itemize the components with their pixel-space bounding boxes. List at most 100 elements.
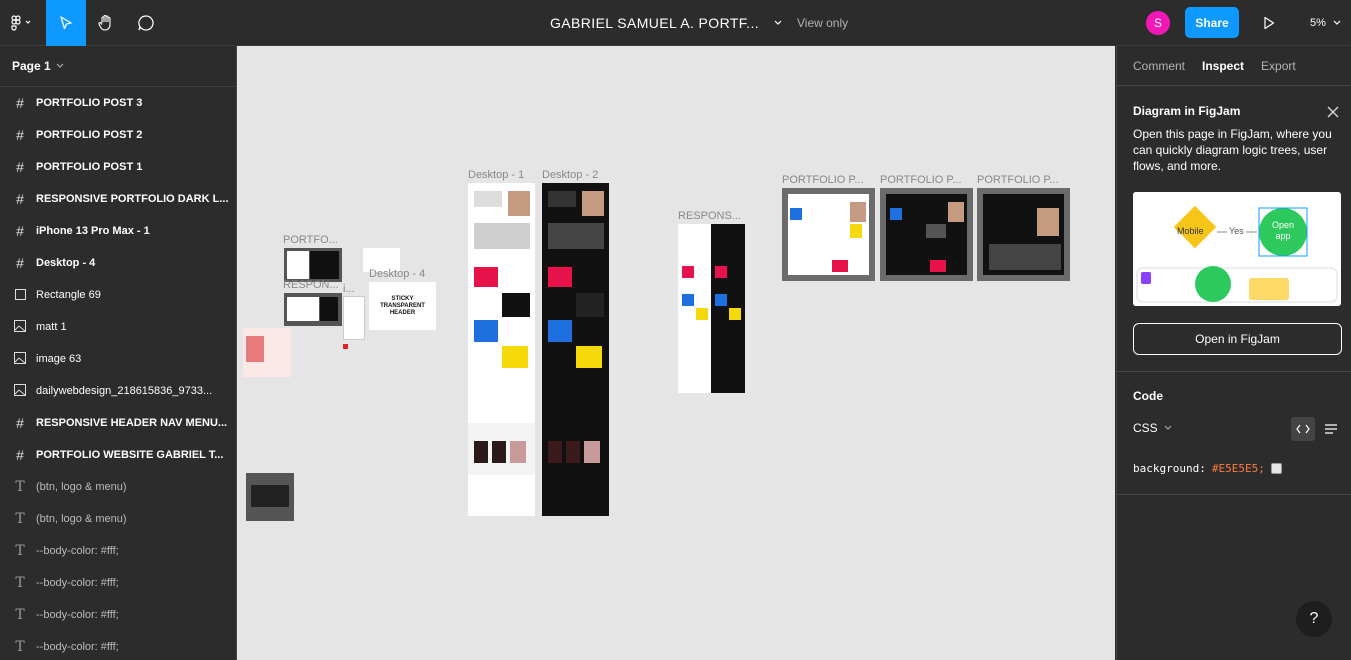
frame-label: RESPON... [283,279,339,291]
hand-tool-button[interactable] [86,0,126,46]
move-tool-button[interactable] [46,0,86,46]
figma-logo-icon [11,15,31,31]
main-menu-button[interactable] [0,0,42,46]
layer-item[interactable]: image 63 [0,343,236,375]
frame-thumb [310,251,339,279]
layer-label: --body-color: #fff; [36,577,119,589]
project-thumb [474,267,498,287]
layer-item[interactable]: T --body-color: #fff; [0,631,236,660]
frame-portfolio-post-1[interactable] [782,188,875,281]
frame-portfolio-post-2[interactable] [880,188,973,281]
css-code-line: background: #E5E5E5; [1133,462,1282,475]
figjam-diagram-graphic [1133,192,1341,306]
present-button[interactable] [1256,0,1282,46]
figjam-title: Diagram in FigJam [1133,104,1241,118]
hero-text-block [474,191,502,207]
page-selector[interactable]: Page 1 [0,46,236,87]
frame-icon: # [16,95,24,111]
post-photo [850,202,866,222]
layer-label: PORTFOLIO POST 1 [36,161,143,173]
layer-item[interactable]: # PORTFOLIO WEBSITE GABRIEL T... [0,439,236,471]
layer-label: Desktop - 4 [36,257,96,269]
divider [1117,371,1351,372]
layer-list: # PORTFOLIO POST 3 # PORTFOLIO POST 2 # POR… [0,87,236,660]
language-dropdown[interactable]: CSS [1133,421,1173,435]
frame-desktop-1[interactable] [468,183,535,516]
layer-item[interactable]: matt 1 [0,311,236,343]
chevron-down-icon [1333,20,1341,25]
tab-inspect[interactable]: Inspect [1202,59,1244,73]
frame-desktop-4[interactable]: STICKY TRANSPARENT HEADER [369,282,436,330]
project-thumb [682,294,694,306]
project-thumb [576,346,602,368]
frame-icon: # [16,191,24,207]
share-button[interactable]: Share [1185,7,1239,38]
blog-thumb [492,441,506,463]
layer-item[interactable]: # RESPONSIVE PORTFOLIO DARK L... [0,183,236,215]
blog-section [468,423,535,475]
project-thumb [715,266,727,278]
open-in-figjam-button[interactable]: Open in FigJam [1133,323,1342,355]
page-label: Page 1 [12,59,51,73]
frame-label: PORTFO... [283,234,338,246]
language-label: CSS [1133,421,1158,435]
document-title[interactable]: GABRIEL SAMUEL A. PORTF... [550,0,783,46]
illus-yes-label: Yes [1227,226,1246,236]
figjam-description: Open this page in FigJam, where you can … [1133,127,1332,173]
layer-item[interactable]: # iPhone 13 Pro Max - 1 [0,215,236,247]
panel-tabs: Comment Inspect Export [1117,46,1351,86]
hand-icon [98,14,111,31]
layer-item[interactable]: T --body-color: #fff; [0,535,236,567]
toolbar: GABRIEL SAMUEL A. PORTF... View only S S… [0,0,1351,46]
layer-item[interactable]: T --body-color: #fff; [0,599,236,631]
post-thumb [926,224,946,238]
layer-item[interactable]: dailywebdesign_218615836_9733... [0,375,236,407]
layer-label: RESPONSIVE HEADER NAV MENU... [36,417,228,429]
layer-item[interactable]: # PORTFOLIO POST 1 [0,151,236,183]
project-thumb [502,346,528,368]
canvas[interactable]: PORTFO... RESPON... i... Desktop - 4 STI… [237,46,1115,660]
layer-item[interactable]: # PORTFOLIO POST 3 [0,87,236,119]
avatar[interactable]: S [1146,11,1170,35]
project-thumb [715,294,727,306]
post-photo [948,202,964,222]
list-view-button[interactable] [1319,417,1343,441]
layer-item[interactable]: T --body-color: #fff; [0,567,236,599]
divider [1117,494,1351,495]
tab-export[interactable]: Export [1261,59,1296,73]
layer-item[interactable]: # PORTFOLIO POST 2 [0,119,236,151]
project-thumb [474,320,498,342]
help-button[interactable]: ? [1296,601,1332,637]
illus-mobile-label: Mobile [1177,226,1204,236]
layer-label: PORTFOLIO POST 2 [36,129,143,141]
comment-icon [138,15,154,31]
close-button[interactable] [1327,102,1339,123]
blog-thumb [566,441,580,463]
layer-label: --body-color: #fff; [36,545,119,557]
frame-responsive[interactable] [678,224,745,393]
image-matt[interactable] [243,328,291,377]
post-thumb [850,224,862,238]
frame-thumb [287,297,319,321]
layer-label: PORTFOLIO WEBSITE GABRIEL T... [36,449,224,461]
image-thumb [246,336,264,362]
image-63[interactable] [246,473,294,521]
layer-item[interactable]: # Desktop - 4 [0,247,236,279]
view-only-label: View only [797,16,849,30]
layer-item[interactable]: Rectangle 69 [0,279,236,311]
code-view-button[interactable] [1291,417,1315,441]
rectangle-69[interactable] [343,344,348,349]
frame-iphone[interactable] [343,296,365,340]
comment-tool-button[interactable] [126,0,166,46]
frame-portfolio-small[interactable] [284,248,342,282]
layer-item[interactable]: # RESPONSIVE HEADER NAV MENU... [0,407,236,439]
layer-item[interactable]: T (btn, logo & menu) [0,503,236,535]
layer-item[interactable]: T (btn, logo & menu) [0,471,236,503]
zoom-dropdown[interactable]: 5% [1310,0,1342,46]
frame-portfolio-post-3[interactable] [977,188,1070,281]
frame-desktop-2[interactable] [542,183,609,516]
frame-respon-small[interactable] [284,293,342,326]
tab-comment[interactable]: Comment [1133,59,1185,73]
layer-label: iPhone 13 Pro Max - 1 [36,225,150,237]
frame-icon: # [16,159,24,175]
